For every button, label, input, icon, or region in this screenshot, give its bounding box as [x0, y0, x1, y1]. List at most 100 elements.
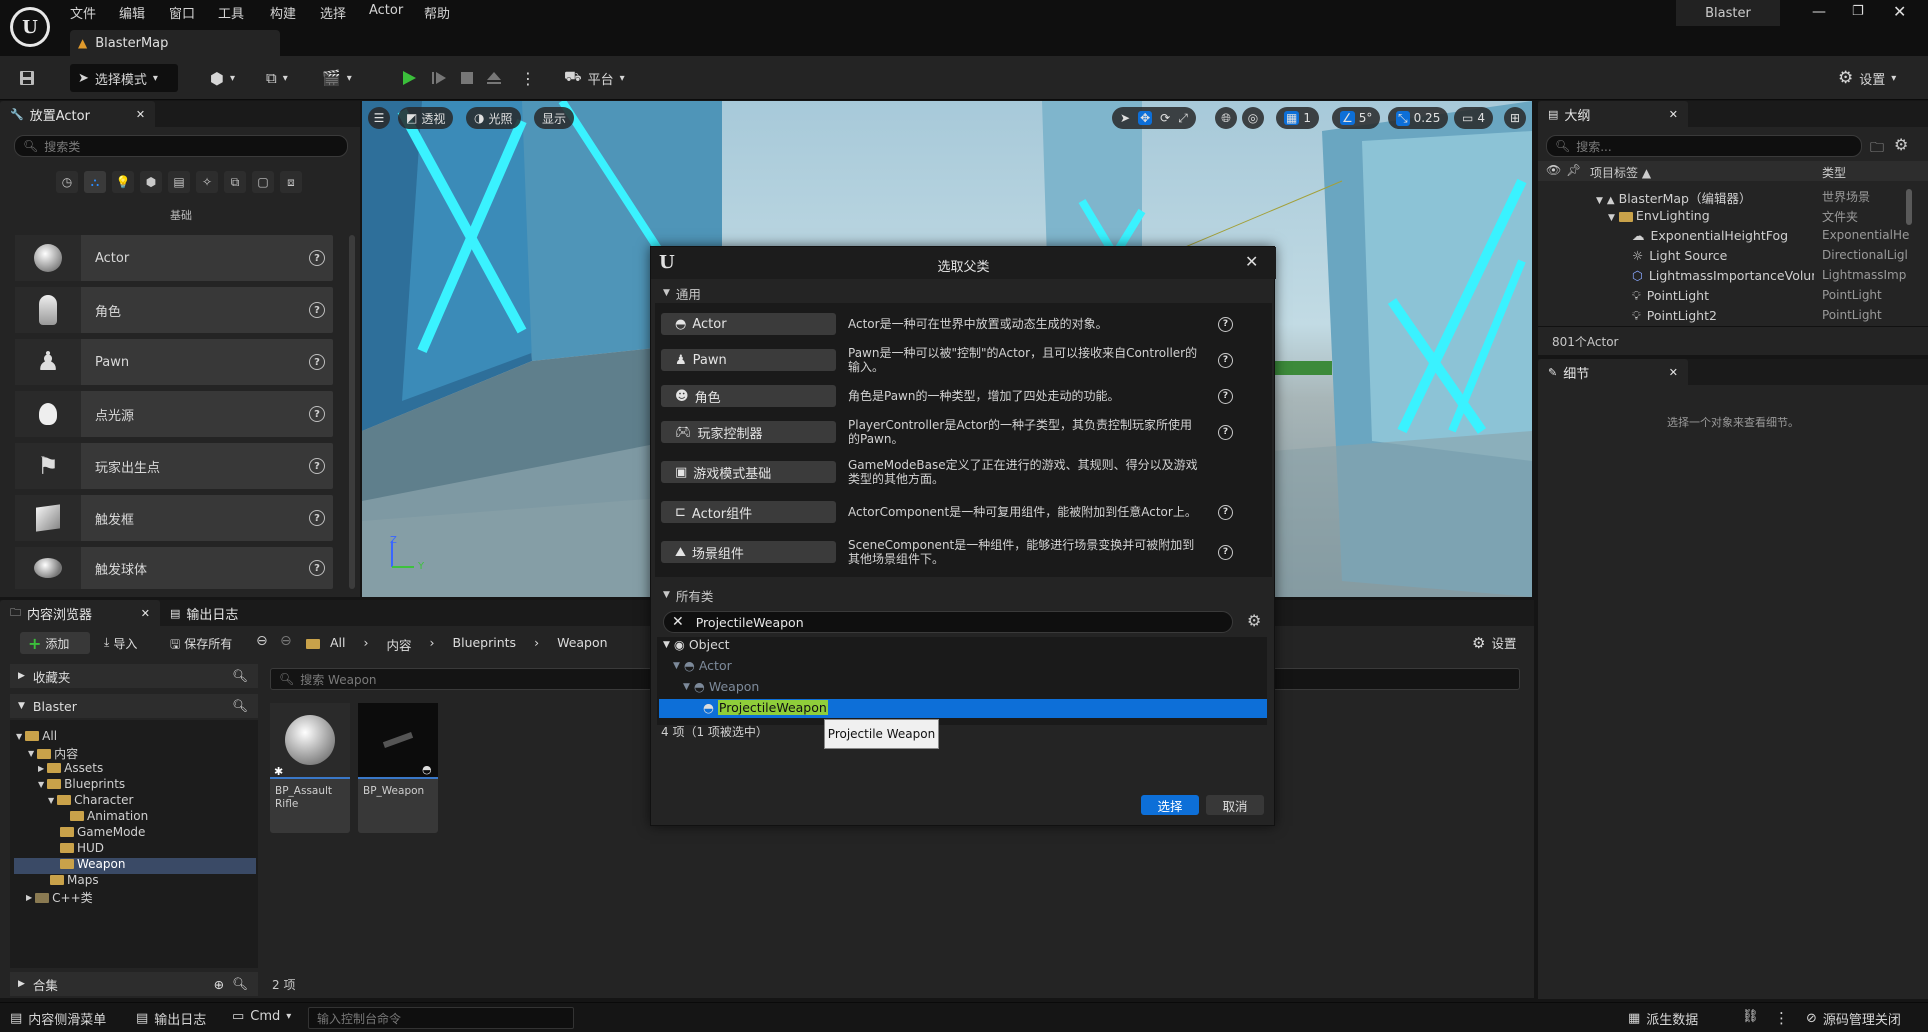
folder-tree-item[interactable]: ▼ Character: [48, 793, 133, 807]
visibility-icon[interactable]: 👁︎: [1546, 163, 1561, 177]
volumes-icon[interactable]: ▢: [252, 171, 274, 193]
help-icon[interactable]: ?: [1218, 424, 1233, 440]
output-log-tab[interactable]: ▤ 输出日志: [160, 600, 248, 626]
actor-item-character[interactable]: 角色 ?: [15, 287, 333, 333]
menu-select[interactable]: 选择: [320, 3, 346, 22]
cinematics-button[interactable]: 🎬 ▾: [322, 64, 352, 92]
close-tab-icon[interactable]: ✕: [141, 607, 150, 620]
common-class-button[interactable]: ◓ Actor: [661, 313, 836, 335]
favorites-header[interactable]: ▶ 收藏夹 🔍︎: [10, 664, 258, 688]
scrollbar[interactable]: [349, 235, 355, 589]
actor-item-player-start[interactable]: ⚑ 玩家出生点 ?: [15, 443, 333, 489]
select-cursor-icon[interactable]: ➤: [1120, 111, 1130, 125]
close-tab-icon[interactable]: ✕: [136, 108, 145, 121]
viewport-menu-icon[interactable]: ☰: [368, 107, 390, 129]
pin-icon[interactable]: 📌︎: [1566, 163, 1581, 177]
add-button[interactable]: + 添加: [20, 632, 90, 654]
surface-snap-icon[interactable]: ◎: [1242, 107, 1264, 129]
common-classes-header[interactable]: ▼ 通用: [651, 283, 1276, 303]
content-settings-button[interactable]: ⚙ 设置: [1472, 633, 1516, 652]
menu-window[interactable]: 窗口: [169, 3, 195, 22]
details-tab[interactable]: ✎ 细节 ✕: [1538, 359, 1688, 385]
recent-icon[interactable]: ◷: [56, 171, 78, 193]
search-icon[interactable]: 🔍︎: [232, 668, 248, 684]
more-options-icon[interactable]: ⋮: [1774, 1009, 1789, 1027]
common-class-button[interactable]: ⊏ Actor组件: [661, 501, 836, 523]
outliner-col-label[interactable]: 项目标签 ▲: [1590, 164, 1651, 181]
angle-snap-button[interactable]: ∠ 5°: [1332, 107, 1381, 129]
menu-actor[interactable]: Actor: [369, 3, 403, 18]
folder-tree-item[interactable]: ▼ All: [16, 729, 57, 743]
help-icon[interactable]: ?: [309, 406, 325, 422]
expand-arrow-icon[interactable]: ▼: [1596, 196, 1603, 206]
project-header[interactable]: ▼ Blaster 🔍︎: [10, 694, 258, 718]
platform-button[interactable]: ⛟ 平台 ▾: [564, 64, 625, 92]
folder-tree-item[interactable]: ▼ Blueprints: [38, 777, 125, 791]
more-options-icon[interactable]: ⋮: [520, 64, 536, 92]
close-tab-icon[interactable]: ✕: [1669, 366, 1678, 379]
search-classes-input[interactable]: 🔍︎ 搜索类: [14, 135, 348, 157]
content-browser-tab[interactable]: 🗀 内容浏览器 ✕: [0, 600, 160, 626]
perspective-button[interactable]: ◩ 透视: [398, 107, 454, 129]
class-search-input[interactable]: ✕ ProjectileWeapon: [663, 611, 1233, 633]
help-icon[interactable]: ?: [1218, 544, 1233, 560]
breadcrumb-item[interactable]: Blueprints: [453, 635, 517, 654]
derived-data-button[interactable]: ▦ 派生数据: [1628, 1009, 1698, 1028]
help-icon[interactable]: ?: [1218, 504, 1233, 520]
actor-item-trigger-sphere[interactable]: 触发球体 ?: [15, 547, 333, 589]
eject-button[interactable]: [485, 64, 503, 92]
help-icon[interactable]: ?: [309, 560, 325, 576]
select-button[interactable]: 选择: [1141, 795, 1199, 815]
blueprint-button[interactable]: ⧉ ▾: [266, 64, 288, 92]
help-icon[interactable]: ?: [1218, 316, 1233, 332]
folder-tree-item[interactable]: ▼ 内容: [28, 745, 78, 762]
class-tree-item[interactable]: ▼ ◓ Weapon: [683, 679, 759, 694]
folder-tree-item[interactable]: Animation: [70, 809, 148, 823]
outliner-row[interactable]: 💡︎ PointLight2: [1632, 308, 1717, 324]
folder-tree-item[interactable]: GameMode: [60, 825, 145, 839]
gear-icon[interactable]: ⚙: [1894, 135, 1908, 154]
step-button[interactable]: [430, 64, 448, 92]
outliner-row[interactable]: ▼ ▲ BlasterMap（编辑器）: [1596, 188, 1751, 207]
help-icon[interactable]: ?: [309, 458, 325, 474]
help-icon[interactable]: ?: [309, 250, 325, 266]
folder-tree-item[interactable]: ▶ Assets: [38, 761, 103, 775]
mode-select-button[interactable]: ➤ 选择模式 ▾: [70, 64, 178, 92]
visual-effects-icon[interactable]: ✧: [196, 171, 218, 193]
class-tree-item[interactable]: ▼ ◓ Actor: [673, 658, 732, 673]
menu-help[interactable]: 帮助: [424, 3, 450, 22]
common-class-button[interactable]: ☻ 角色: [661, 385, 836, 407]
add-collection-icon[interactable]: ⊕: [214, 977, 224, 992]
translate-icon[interactable]: ✥: [1138, 111, 1153, 125]
breadcrumb-item[interactable]: All: [330, 635, 346, 654]
show-button[interactable]: 显示: [534, 107, 575, 129]
cancel-button[interactable]: 取消: [1206, 795, 1264, 815]
save-icon[interactable]: [18, 64, 36, 92]
geometry-icon[interactable]: ⧉: [224, 171, 246, 193]
breadcrumb-item[interactable]: Weapon: [557, 635, 607, 654]
menu-tools[interactable]: 工具: [218, 3, 244, 22]
network-icon[interactable]: ⛓: [1742, 1009, 1759, 1024]
outliner-col-type[interactable]: 类型: [1822, 164, 1846, 181]
scale-snap-button[interactable]: ⤡ 0.25: [1388, 107, 1449, 129]
help-icon[interactable]: ?: [1218, 388, 1233, 404]
help-icon[interactable]: ?: [309, 354, 325, 370]
folder-tree-item[interactable]: HUD: [60, 841, 104, 855]
save-all-button[interactable]: 🖫 保存所有: [170, 635, 232, 656]
lights-icon[interactable]: 💡: [112, 171, 134, 193]
outliner-row[interactable]: ☁ ExponentialHeightFog: [1632, 228, 1788, 243]
maximize-icon[interactable]: ❐: [1852, 4, 1864, 19]
actor-item-pawn[interactable]: ♟ Pawn ?: [15, 339, 333, 385]
console-input[interactable]: 输入控制台命令: [308, 1007, 574, 1029]
unreal-logo-icon[interactable]: U: [10, 7, 50, 47]
map-tab[interactable]: ▲ BlasterMap: [70, 30, 280, 56]
output-log-button[interactable]: ▤ 输出日志: [136, 1009, 206, 1028]
outliner-search-input[interactable]: 🔍︎ 搜索...: [1546, 135, 1862, 157]
world-local-icon[interactable]: 🌐︎: [1215, 107, 1237, 129]
back-icon[interactable]: ⊖: [256, 633, 268, 649]
folder-tree-item[interactable]: Maps: [50, 873, 99, 887]
clear-search-icon[interactable]: ✕: [672, 614, 684, 630]
outliner-row[interactable]: ⬡ LightmassImportanceVolum: [1632, 268, 1814, 283]
search-icon[interactable]: 🔍︎: [232, 976, 248, 992]
place-actors-tab[interactable]: 🔧 放置Actor ✕: [0, 101, 156, 127]
